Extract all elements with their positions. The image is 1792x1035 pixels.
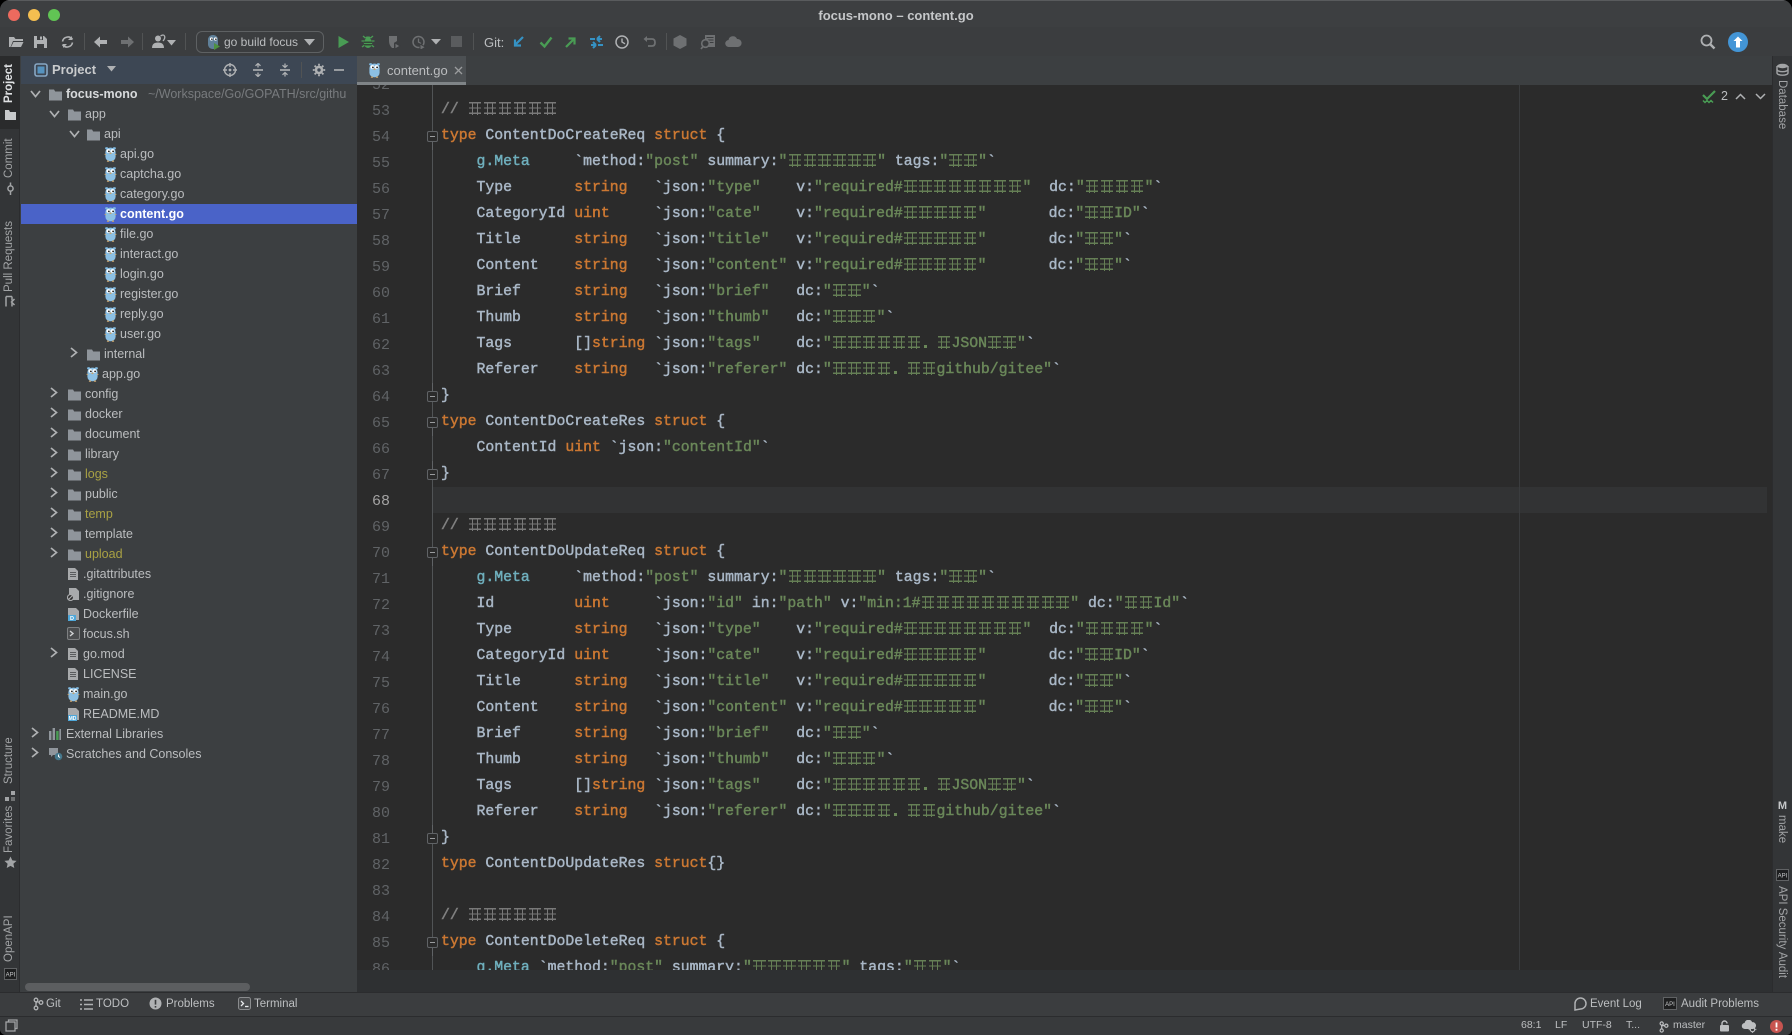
svg-text:API: API xyxy=(1665,1002,1675,1008)
svg-text:MD: MD xyxy=(69,716,77,721)
svg-text:API: API xyxy=(6,973,16,979)
svg-text:API: API xyxy=(1778,874,1788,880)
svg-text:D: D xyxy=(70,616,74,621)
